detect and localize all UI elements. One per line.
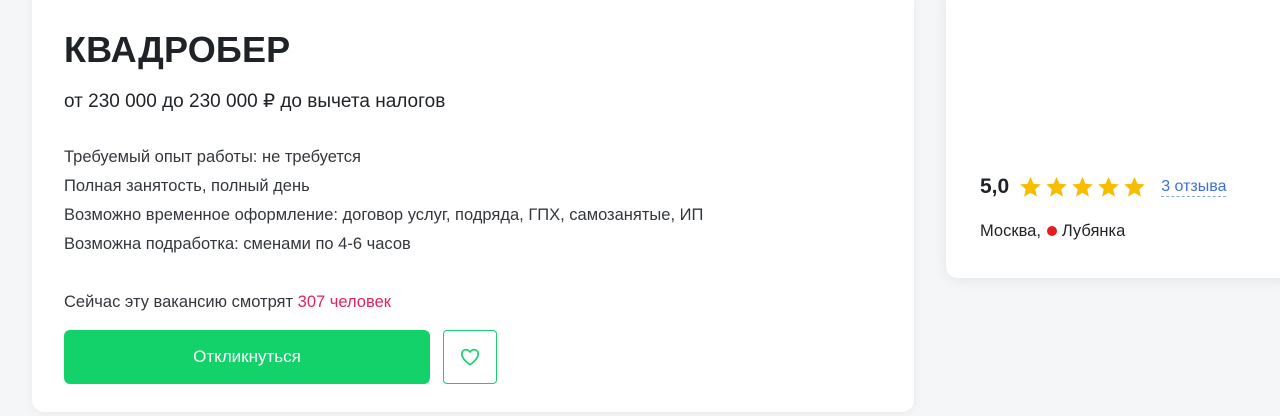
heart-icon (460, 348, 480, 366)
star-icon (1124, 176, 1146, 197)
condition-parttime: Возможна подработка: сменами по 4-6 часо… (64, 235, 411, 253)
condition-experience: Требуемый опыт работы: не требуется (64, 148, 361, 166)
vacancy-title: КВАДРОБЕР (64, 29, 291, 70)
condition-employment: Полная занятость, полный день (64, 177, 310, 195)
star-icon (1020, 176, 1042, 197)
star-icon (1072, 176, 1094, 197)
viewers-count: 307 человек (297, 293, 391, 311)
salary-text: от 230 000 до 230 000 ₽ до вычета налого… (64, 91, 446, 112)
star-icon (1046, 176, 1068, 197)
conditions-list: Требуемый опыт работы: не требуется Полн… (64, 143, 703, 259)
star-icon (1098, 176, 1120, 197)
rating-value: 5,0 (980, 175, 1010, 198)
reviews-link[interactable]: 3 отзыва (1161, 178, 1227, 197)
respond-button[interactable]: Откликнуться (64, 330, 430, 384)
metro-station: Лубянка (1061, 222, 1126, 240)
vacancy-page: КВАДРОБЕР от 230 000 до 230 000 ₽ до выч… (0, 0, 1280, 416)
employer-rating: 5,0 3 отзыва (980, 172, 1227, 202)
viewers-prefix: Сейчас эту вакансию смотрят (64, 293, 294, 311)
favorite-button[interactable] (443, 330, 497, 384)
viewers-info: Сейчас эту вакансию смотрят 307 человек (64, 290, 391, 314)
city-name: Москва, (980, 222, 1041, 240)
metro-line-icon (1046, 226, 1057, 236)
employer-location: Москва, Лубянка (980, 220, 1125, 242)
rating-stars (1019, 176, 1149, 198)
condition-contract: Возможно временное оформление: договор у… (64, 206, 704, 224)
